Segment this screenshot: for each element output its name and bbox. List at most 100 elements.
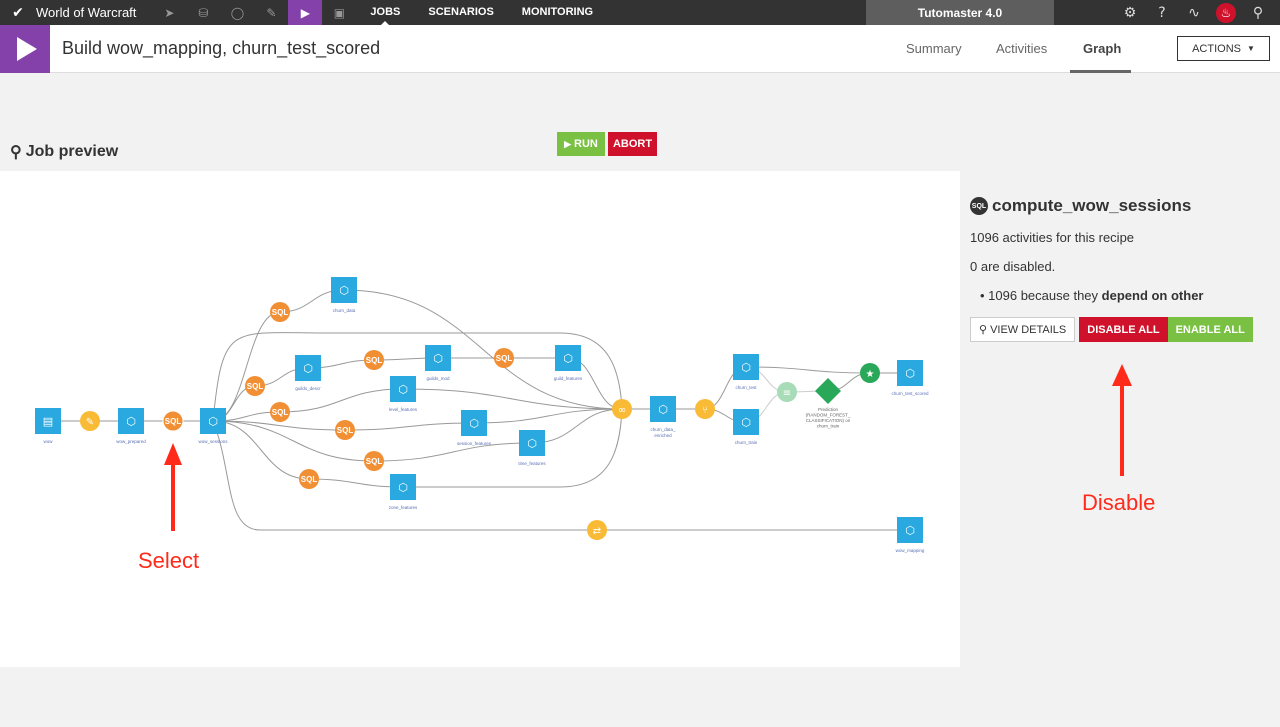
flow-node-sql_churn[interactable]: SQL: [270, 302, 290, 322]
node-label: enriched: [654, 433, 672, 438]
database-icon: ⬡: [905, 367, 915, 380]
flow-edge: [344, 422, 475, 431]
flow-node-sql_sessions[interactable]: SQL: [162, 410, 184, 432]
node-label: (RANDOM_FOREST_: [806, 413, 851, 418]
dumbbell-icon: ≡: [783, 388, 791, 399]
flow-node-guilds_mod[interactable]: ⬡ guilds_mod: [425, 345, 451, 381]
flow-node-churn_test_scored[interactable]: ⬡ churn_test_scored: [891, 360, 929, 396]
database-icon: ⬡: [658, 403, 668, 416]
tab-activities[interactable]: Activities: [996, 41, 1047, 56]
flow-node-score[interactable]: ★: [860, 363, 880, 383]
actions-dropdown[interactable]: ACTIONS ▼: [1177, 36, 1270, 61]
flow-edge: [373, 442, 533, 462]
flow-node-churn_data_enriched[interactable]: ⬡ churn_data_enriched: [650, 396, 676, 438]
node-label: session_features: [457, 441, 492, 446]
abort-button[interactable]: ABORT: [608, 132, 657, 156]
search-icon[interactable]: ⚲: [1248, 5, 1268, 21]
view-details-button[interactable]: ⚲ VIEW DETAILS: [970, 317, 1076, 342]
tab-graph[interactable]: Graph: [1083, 41, 1121, 56]
database-icon: ⬡: [433, 352, 443, 365]
database-icon: ⬡: [303, 362, 313, 375]
nav-monitoring[interactable]: MONITORING: [522, 0, 593, 25]
magnifier-icon: ⚲: [10, 144, 22, 161]
flow-edge: [403, 408, 623, 488]
flow-node-wow_mapping[interactable]: ⬡ wow_mapping: [896, 517, 925, 553]
broom-icon: ✎: [86, 417, 94, 428]
run-button[interactable]: ▶ RUN: [557, 132, 605, 156]
flow-icon[interactable]: ➤: [152, 0, 186, 25]
enable-all-button[interactable]: ENABLE ALL: [1167, 317, 1253, 342]
recipe-details-panel: SQL compute_wow_sessions 1096 activities …: [970, 196, 1270, 342]
node-label: CLASSIFICATION) on: [806, 418, 851, 423]
flow-node-session_features[interactable]: ⬡ session_features: [457, 410, 492, 446]
nav-scenarios[interactable]: SCENARIOS: [428, 0, 493, 25]
flow-node-level_features[interactable]: ⬡ level_features: [389, 376, 418, 412]
flow-node-churn_data[interactable]: ⬡ churn_data: [331, 277, 357, 313]
flow-node-sql_sf[interactable]: SQL: [335, 420, 355, 440]
database-icon: ⬡: [398, 383, 408, 396]
flow-node-train[interactable]: ≡: [777, 382, 797, 402]
model-icon: [815, 378, 841, 404]
nav-jobs[interactable]: JOBS: [370, 0, 400, 25]
flow-node-time_features[interactable]: ⬡ time_features: [518, 430, 546, 466]
notebook-icon[interactable]: ✎: [254, 0, 288, 25]
flow-node-wow_prepared[interactable]: ⬡ wow_prepared: [116, 408, 146, 444]
flow-node-sql_gd[interactable]: SQL: [245, 376, 265, 396]
jobs-play-icon[interactable]: ▶: [288, 0, 323, 25]
flow-node-churn_test[interactable]: ⬡ churn_test: [733, 354, 759, 390]
node-label: time_features: [518, 461, 546, 466]
disable-arrow-shaft: [1120, 384, 1124, 476]
database-icon: ⬡: [339, 284, 349, 297]
bird-logo-icon[interactable]: ✔: [0, 0, 36, 25]
sql-recipe-icon: SQL: [970, 197, 988, 215]
job-header: Build wow_mapping, churn_test_scored Sum…: [0, 25, 1280, 73]
dashboard-icon[interactable]: ▣: [322, 0, 356, 25]
datasets-icon[interactable]: ⛁: [186, 0, 220, 25]
project-name[interactable]: World of Warcraft: [36, 5, 136, 20]
active-tab-indicator: [1070, 70, 1131, 73]
tab-summary[interactable]: Summary: [906, 41, 962, 56]
dependency-bullet: • 1096 because they depend on other: [980, 288, 1204, 303]
node-label: wow_sessions: [198, 439, 228, 444]
flow-node-sql_tf[interactable]: SQL: [364, 451, 384, 471]
instance-name[interactable]: Tutomaster 4.0: [866, 0, 1054, 25]
flow-node-split[interactable]: ⑂: [695, 399, 715, 419]
database-icon: ⬡: [741, 361, 751, 374]
bell-icon[interactable]: ♨: [1216, 2, 1236, 23]
flow-node-zone_features[interactable]: ⬡ zone_features: [389, 474, 418, 510]
gear-icon[interactable]: ⚙: [1120, 5, 1140, 21]
flow-node-prep[interactable]: ✎: [80, 411, 100, 431]
flow-node-sql_gm[interactable]: SQL: [364, 350, 384, 370]
job-preview-heading: ⚲ Job preview: [10, 142, 118, 162]
disabled-count: 0 are disabled.: [970, 259, 1056, 274]
flow-node-churn_train[interactable]: ⬡ churn_train: [733, 409, 759, 445]
sql-recipe-label: SQL: [366, 356, 383, 365]
help-icon[interactable]: ?: [1152, 5, 1172, 21]
database-icon: ⬡: [527, 437, 537, 450]
trophy-icon: ★: [866, 369, 875, 380]
flow-node-sql_zf[interactable]: SQL: [299, 469, 319, 489]
recipes-icon[interactable]: ◯: [220, 0, 254, 25]
flow-node-sql_gf[interactable]: SQL: [494, 348, 514, 368]
split-icon: ⑂: [702, 405, 708, 416]
recipe-name: compute_wow_sessions: [992, 196, 1192, 215]
node-label: guilds_descr: [295, 386, 321, 391]
disable-all-button[interactable]: DISABLE ALL: [1079, 317, 1168, 342]
top-navbar: ✔ World of Warcraft ➤ ⛁ ◯ ✎ ▶ ▣ JOBS SCE…: [0, 0, 1280, 25]
node-label: churn_test_scored: [891, 391, 929, 396]
flow-graph-svg[interactable]: ▤ wow ✎ ⬡ wow_prepared SQL ⬡ wow_sessions SQL ⬡ ch…: [0, 171, 960, 667]
flow-node-guilds_descr[interactable]: ⬡ guilds_descr: [295, 355, 321, 391]
folder-icon: ▤: [43, 415, 53, 428]
flow-graph[interactable]: ▤ wow ✎ ⬡ wow_prepared SQL ⬡ wow_sessions SQL ⬡ ch…: [0, 171, 960, 667]
flow-node-wow_sessions[interactable]: ⬡ wow_sessions: [198, 408, 228, 444]
flow-node-join[interactable]: ∞: [612, 399, 632, 419]
flow-node-wow[interactable]: ▤ wow: [35, 408, 61, 444]
node-label: wow: [43, 439, 53, 444]
database-icon: ⬡: [398, 481, 408, 494]
flow-node-guild_features[interactable]: ⬡ guild_features: [554, 345, 583, 381]
flow-node-sql_lf[interactable]: SQL: [270, 402, 290, 422]
node-label: churn_train: [735, 440, 758, 445]
flow-node-sync[interactable]: ⇄: [587, 520, 607, 540]
activity-icon[interactable]: ∿: [1184, 5, 1204, 21]
sql-recipe-label: SQL: [272, 408, 289, 417]
